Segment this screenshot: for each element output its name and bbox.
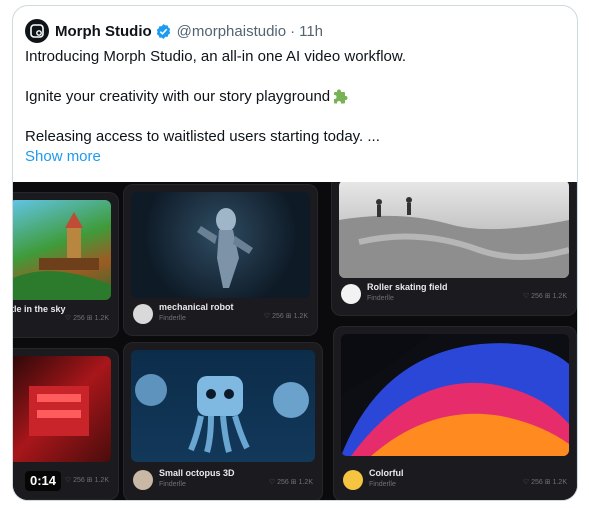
tile-views: 1.2K (94, 315, 109, 322)
video-duration-badge: 0:14 (25, 471, 62, 491)
tile-likes: 256 (272, 313, 284, 320)
tile-thumbnail (13, 200, 111, 300)
tile-stats: ♡ 256 ⊞ 1.2K (64, 315, 109, 322)
tile-title: Roller skating field (367, 282, 448, 292)
creator-avatar (343, 470, 363, 490)
tile-meta: Roller skating field Finderlle ♡ 256 ⊞ 1… (341, 282, 567, 308)
tile-likes: 256 (73, 477, 85, 484)
tile-stats: ♡ 256 ⊞ 1.2K (268, 479, 313, 486)
tile-thumbnail (341, 334, 569, 456)
timestamp[interactable]: 11h (299, 23, 323, 40)
tweet-line-3: Releasing access to waitlisted users sta… (25, 128, 380, 145)
tile-meta: Colorful Finderlle ♡ 256 ⊞ 1.2K (343, 468, 567, 494)
tile-title: Colorful (369, 468, 404, 478)
tile-likes: 256 (531, 293, 543, 300)
tile-thumbnail (339, 182, 569, 278)
video-tile: Colorful Finderlle ♡ 256 ⊞ 1.2K (333, 326, 577, 500)
tile-stats: ♡ 256 ⊞ 1.2K (64, 477, 109, 484)
tweet-text: Introducing Morph Studio, an all-in one … (25, 47, 565, 167)
tile-likes: 256 (531, 479, 543, 486)
tile-title: mechanical robot (159, 302, 234, 312)
tile-meta: mechanical robot Finderlle ♡ 256 ⊞ 1.2K (133, 302, 308, 328)
tile-views: 1.2K (552, 479, 567, 486)
tile-stats: ♡ 256 ⊞ 1.2K (522, 479, 567, 486)
creator-avatar (341, 284, 361, 304)
tile-views: 1.2K (94, 477, 109, 484)
verified-badge-icon (156, 23, 170, 39)
tile-author: Finderlle (159, 481, 186, 488)
morph-logo-icon[interactable] (25, 19, 49, 43)
show-more-link[interactable]: Show more (25, 148, 101, 165)
tile-thumbnail (13, 356, 111, 462)
tile-title: tle in the sky (13, 304, 66, 314)
tile-likes: 256 (277, 479, 289, 486)
video-tile: Roller skating field Finderlle ♡ 256 ⊞ 1… (331, 182, 577, 316)
tile-views: 1.2K (298, 479, 313, 486)
display-name[interactable]: Morph Studio (55, 23, 152, 40)
video-tile: mechanical robot Finderlle ♡ 256 ⊞ 1.2K (123, 184, 318, 336)
tile-stats: ♡ 256 ⊞ 1.2K (263, 313, 308, 320)
tile-author: Finderlle (159, 315, 186, 322)
separator-dot: · (290, 22, 296, 40)
tile-author: Finderlle (369, 481, 396, 488)
creator-avatar (133, 304, 153, 324)
tile-author: Finderlle (367, 295, 394, 302)
video-tile: Small octopus 3D Finderlle ♡ 256 ⊞ 1.2K (123, 342, 323, 500)
tile-meta: tle in the sky ♡ 256 ⊞ 1.2K (13, 304, 109, 330)
tile-views: 1.2K (552, 293, 567, 300)
tile-meta: Small octopus 3D Finderlle ♡ 256 ⊞ 1.2K (133, 468, 313, 494)
tweet-line-1: Introducing Morph Studio, an all-in one … (25, 48, 407, 65)
tile-title: Small octopus 3D (159, 468, 235, 478)
tweet-line-2-text: Ignite your creativity with our story pl… (25, 88, 331, 105)
tweet-line-2: Ignite your creativity with our story pl… (25, 87, 565, 107)
video-frame-grid: tle in the sky ♡ 256 ⊞ 1.2K mechanical r… (13, 182, 577, 500)
user-handle[interactable]: @morphaistudio (177, 23, 286, 40)
video-player[interactable]: tle in the sky ♡ 256 ⊞ 1.2K mechanical r… (13, 182, 577, 500)
tile-thumbnail (131, 192, 310, 298)
tweet-header: Morph Studio @morphaistudio · 11h (25, 18, 323, 44)
tile-likes: 256 (73, 315, 85, 322)
puzzle-piece-icon (333, 88, 349, 110)
creator-avatar (133, 470, 153, 490)
tile-thumbnail (131, 350, 315, 462)
tile-stats: ♡ 256 ⊞ 1.2K (522, 293, 567, 300)
video-tile: tle in the sky ♡ 256 ⊞ 1.2K (13, 192, 119, 338)
tweet-card[interactable]: Morph Studio @morphaistudio · 11h Introd… (12, 5, 578, 501)
tile-views: 1.2K (293, 313, 308, 320)
